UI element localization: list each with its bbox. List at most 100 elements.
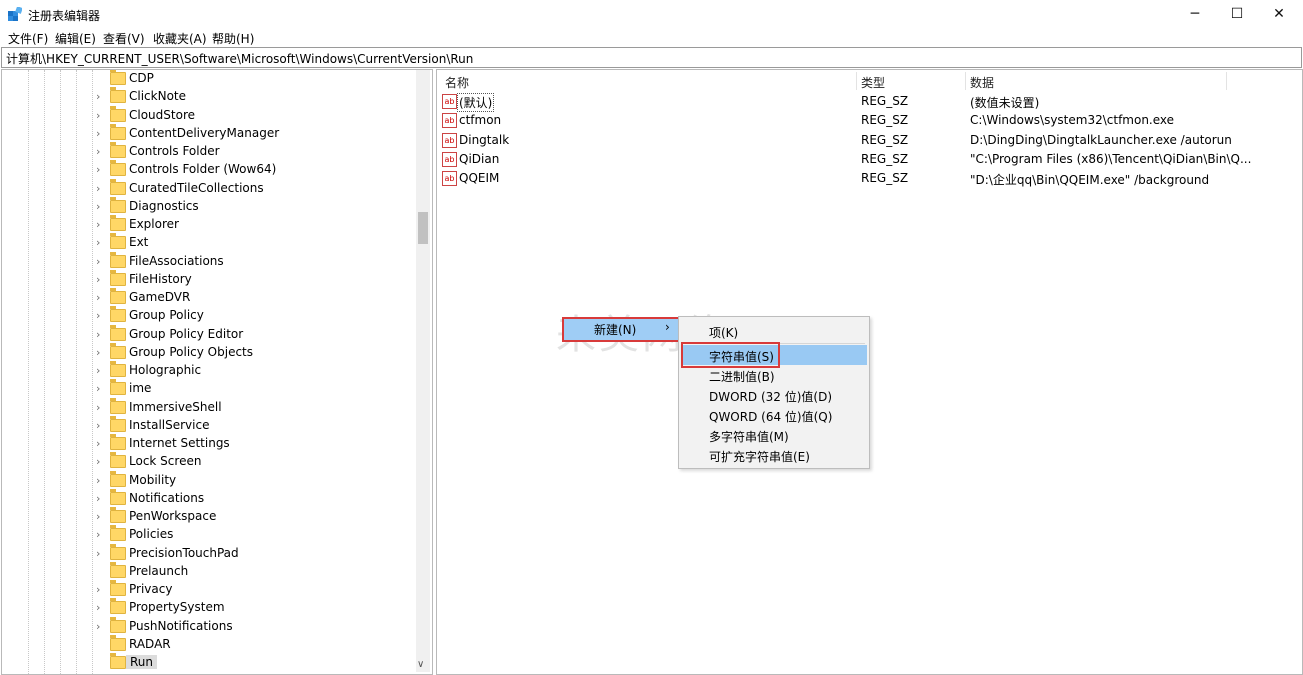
expand-chevron-icon[interactable]: ›	[96, 528, 100, 541]
tree-item[interactable]: › GameDVR	[2, 288, 414, 307]
tree-item[interactable]: CDP	[2, 70, 414, 88]
value-data: C:\Windows\system32\ctfmon.exe	[970, 113, 1175, 128]
tree-item[interactable]: › Explorer	[2, 215, 414, 234]
tree-item[interactable]: › ime	[2, 379, 414, 398]
tree-item[interactable]: › Group Policy Objects	[2, 342, 414, 362]
expand-chevron-icon[interactable]: ›	[96, 364, 100, 377]
tree-item[interactable]: › InstallService	[2, 415, 414, 435]
submenu-item[interactable]: 二进制值(B)	[679, 365, 869, 385]
tree-item[interactable]: › Group Policy	[2, 306, 414, 325]
submenu-item[interactable]: 可扩充字符串值(E)	[679, 445, 869, 465]
tree-item[interactable]: › Diagnostics	[2, 196, 414, 216]
tree-item[interactable]: Run	[2, 653, 414, 672]
expand-chevron-icon[interactable]: ›	[96, 127, 100, 140]
tree-item[interactable]: › Notifications	[2, 488, 414, 508]
value-row[interactable]: ab (默认) REG_SZ (数值未设置)	[437, 92, 1302, 112]
expand-chevron-icon[interactable]: ›	[96, 620, 100, 633]
context-menu-new[interactable]: 新建(N) ›	[562, 317, 681, 342]
tree-item-label: Group Policy Objects	[129, 344, 254, 359]
tree-item[interactable]: › Privacy	[2, 580, 414, 599]
expand-chevron-icon[interactable]: ›	[96, 273, 100, 286]
tree-item[interactable]: Prelaunch	[2, 561, 414, 581]
tree-item[interactable]: › PushNotifications	[2, 616, 414, 636]
expand-chevron-icon[interactable]: ›	[96, 255, 100, 268]
submenu-item[interactable]: 项(K)	[679, 321, 869, 341]
submenu-item[interactable]: QWORD (64 位)值(Q)	[679, 405, 869, 425]
maximize-button[interactable]: ☐	[1216, 0, 1258, 28]
tree-item[interactable]: › Lock Screen	[2, 452, 414, 471]
expand-chevron-icon[interactable]: ›	[96, 236, 100, 249]
address-path[interactable]: 计算机\HKEY_CURRENT_USER\Software\Microsoft…	[6, 50, 473, 67]
value-row[interactable]: ab Dingtalk REG_SZ D:\DingDing\DingtalkLaun…	[437, 131, 1302, 150]
tree-item[interactable]: › FileAssociations	[2, 251, 414, 271]
expand-chevron-icon[interactable]: ›	[96, 109, 100, 122]
tree-item[interactable]: › CloudStore	[2, 105, 414, 125]
submenu-item[interactable]: 多字符串值(M)	[679, 425, 869, 445]
tree-item[interactable]: › PrecisionTouchPad	[2, 543, 414, 563]
expand-chevron-icon[interactable]: ›	[96, 419, 100, 432]
expand-chevron-icon[interactable]: ›	[96, 163, 100, 176]
value-name: ctfmon	[459, 113, 502, 128]
tree-scrollbar[interactable]: ∨	[416, 70, 430, 672]
tree-item[interactable]: › Controls Folder (Wow64)	[2, 160, 414, 179]
expand-chevron-icon[interactable]: ›	[96, 145, 100, 158]
expand-chevron-icon[interactable]: ›	[96, 200, 100, 213]
close-button[interactable]: ✕	[1258, 0, 1300, 28]
submenu-item[interactable]: DWORD (32 位)值(D)	[679, 385, 869, 405]
tree-item[interactable]: RADAR	[2, 634, 414, 654]
expand-chevron-icon[interactable]: ›	[96, 90, 100, 103]
expand-chevron-icon[interactable]: ›	[96, 182, 100, 195]
tree-item-label: Notifications	[129, 490, 205, 505]
tree-item[interactable]: › Internet Settings	[2, 434, 414, 453]
tree-item[interactable]: › Ext	[2, 233, 414, 252]
column-divider[interactable]	[1226, 72, 1227, 90]
tree-item[interactable]: › Mobility	[2, 470, 414, 490]
expand-chevron-icon[interactable]: ›	[96, 291, 100, 304]
expand-chevron-icon[interactable]: ›	[96, 455, 100, 468]
value-row[interactable]: ab QQEIM REG_SZ "D:\企业qq\Bin\QQEIM.exe" /ba…	[437, 169, 1302, 188]
expand-chevron-icon[interactable]: ›	[96, 601, 100, 614]
expand-chevron-icon[interactable]: ›	[96, 437, 100, 450]
column-divider[interactable]	[856, 72, 857, 90]
expand-chevron-icon[interactable]: ›	[96, 474, 100, 487]
expand-chevron-icon[interactable]: ›	[96, 401, 100, 414]
tree-item[interactable]: › CuratedTileCollections	[2, 178, 414, 198]
scroll-down-arrow-icon[interactable]: ∨	[417, 659, 424, 670]
column-header-name[interactable]: 名称	[445, 74, 469, 91]
folder-icon	[110, 196, 126, 213]
menu-file[interactable]: 文件(F)	[8, 30, 48, 47]
tree-item[interactable]: › PenWorkspace	[2, 507, 414, 526]
tree-item[interactable]: › PropertySystem	[2, 598, 414, 617]
menu-favorites[interactable]: 收藏夹(A)	[153, 30, 207, 47]
menu-view[interactable]: 查看(V)	[103, 30, 145, 47]
expand-chevron-icon[interactable]: ›	[96, 583, 100, 596]
string-value-icon: ab	[442, 151, 457, 167]
column-header-type[interactable]: 类型	[861, 74, 885, 91]
tree-item[interactable]: › Holographic	[2, 361, 414, 380]
expand-chevron-icon[interactable]: ›	[96, 346, 100, 359]
registry-tree-pane[interactable]: CDP › ClickNote › CloudStore › ContentDelivery…	[1, 69, 433, 675]
column-divider[interactable]	[965, 72, 966, 90]
tree-scrollbar-thumb[interactable]	[418, 212, 428, 244]
column-header-data[interactable]: 数据	[970, 74, 994, 91]
expand-chevron-icon[interactable]: ›	[96, 382, 100, 395]
minimize-button[interactable]: ─	[1174, 0, 1216, 28]
expand-chevron-icon[interactable]: ›	[96, 510, 100, 523]
value-row[interactable]: ab ctfmon REG_SZ C:\Windows\system32\ctfmon…	[437, 111, 1302, 130]
menu-edit[interactable]: 编辑(E)	[55, 30, 96, 47]
tree-item[interactable]: › FileHistory	[2, 269, 414, 289]
tree-item[interactable]: › ImmersiveShell	[2, 397, 414, 417]
expand-chevron-icon[interactable]: ›	[96, 218, 100, 231]
tree-item[interactable]: › Policies	[2, 525, 414, 544]
expand-chevron-icon[interactable]: ›	[96, 328, 100, 341]
tree-item[interactable]: › ContentDeliveryManager	[2, 123, 414, 143]
address-bar[interactable]: 计算机\HKEY_CURRENT_USER\Software\Microsoft…	[1, 47, 1302, 68]
tree-item[interactable]: › Group Policy Editor	[2, 324, 414, 344]
expand-chevron-icon[interactable]: ›	[96, 547, 100, 560]
value-row[interactable]: ab QiDian REG_SZ "C:\Program Files (x86)\Te…	[437, 150, 1302, 169]
menu-help[interactable]: 帮助(H)	[212, 30, 254, 47]
expand-chevron-icon[interactable]: ›	[96, 309, 100, 322]
expand-chevron-icon[interactable]: ›	[96, 492, 100, 505]
tree-item[interactable]: › Controls Folder	[2, 142, 414, 161]
tree-item[interactable]: › ClickNote	[2, 87, 414, 106]
